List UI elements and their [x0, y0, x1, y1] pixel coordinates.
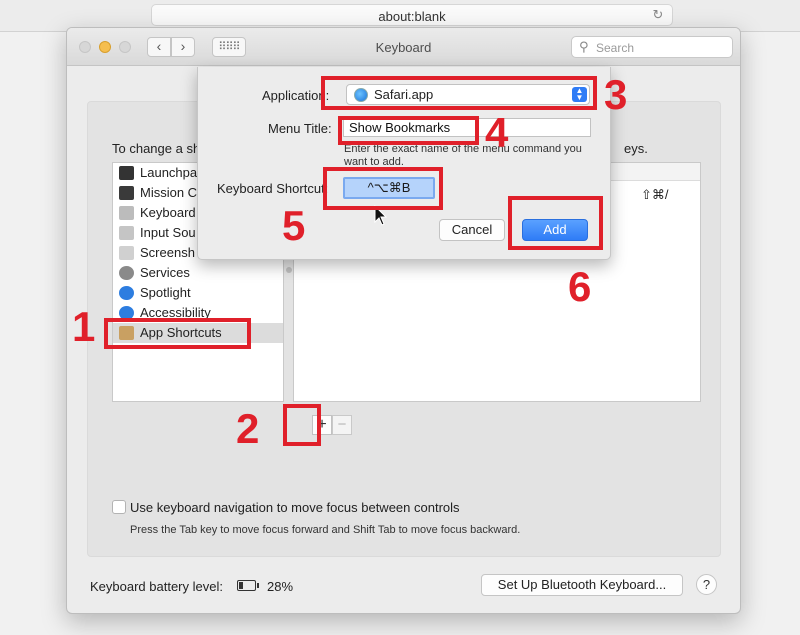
remove-shortcut-button[interactable]: −	[332, 415, 352, 435]
reload-icon[interactable]: ↻	[650, 7, 666, 23]
shortcut-keys: ⇧⌘/	[641, 187, 669, 202]
instruction-text: To change a sh	[112, 141, 201, 156]
category-label: Services	[140, 265, 190, 280]
screenshot-icon	[119, 246, 134, 260]
help-button[interactable]: ?	[696, 574, 717, 595]
battery-level-label: Keyboard battery level:	[90, 579, 223, 594]
annotation-step-5: 5	[282, 202, 306, 249]
launchpad-icon	[119, 166, 134, 180]
category-label: Keyboard	[140, 205, 196, 220]
annotation-box-application	[321, 76, 597, 110]
search-input[interactable]: ⚲ Search	[571, 36, 733, 58]
application-label: Application:	[262, 88, 330, 103]
battery-tip	[257, 583, 259, 588]
annotation-step-6: 6	[568, 263, 592, 310]
category-item-spotlight[interactable]: Spotlight	[113, 283, 283, 303]
battery-fill	[239, 582, 243, 589]
annotation-box-app-shortcuts	[104, 318, 251, 349]
category-label: Screensh	[140, 245, 195, 260]
setup-bluetooth-keyboard-button[interactable]: Set Up Bluetooth Keyboard...	[481, 574, 683, 596]
annotation-step-4: 4	[485, 109, 509, 156]
annotation-box-add	[283, 404, 321, 446]
spotlight-icon	[119, 286, 134, 300]
search-placeholder: Search	[596, 41, 635, 55]
annotation-step-2: 2	[236, 405, 260, 452]
battery-icon	[237, 580, 256, 591]
category-label: Mission C	[140, 185, 198, 200]
category-item-services[interactable]: Services	[113, 263, 283, 283]
cancel-button[interactable]: Cancel	[439, 219, 505, 241]
annotation-box-menu-title	[338, 116, 479, 145]
keyboard-shortcut-label: Keyboard Shortcut:	[217, 181, 329, 196]
category-label: Launchpa	[140, 165, 198, 180]
annotation-box-add-confirm	[508, 196, 603, 250]
keyboard-icon	[119, 206, 134, 220]
category-label: Input Sou	[140, 225, 196, 240]
instruction-text-end: eys.	[624, 141, 648, 156]
mission-control-icon	[119, 186, 134, 200]
menu-title-label: Menu Title:	[268, 121, 332, 136]
address-text: about:blank	[378, 9, 446, 24]
menu-title-help: Enter the exact name of the menu command…	[344, 143, 582, 168]
keyboard-navigation-help: Press the Tab key to move focus forward …	[130, 524, 521, 536]
titlebar: ‹ › ⠿⠿⠿ Keyboard ⚲ Search	[67, 28, 740, 66]
address-bar[interactable]: about:blank ↻	[151, 4, 673, 26]
annotation-step-3: 3	[604, 71, 628, 118]
keyboard-navigation-label[interactable]: Use keyboard navigation to move focus be…	[130, 500, 460, 515]
input-sources-icon	[119, 226, 134, 240]
gear-icon	[119, 266, 134, 280]
annotation-box-shortcut	[323, 167, 443, 210]
category-label: Spotlight	[140, 285, 191, 300]
keyboard-navigation-checkbox[interactable]	[112, 500, 126, 514]
battery-percent: 28%	[267, 579, 294, 594]
search-icon: ⚲	[579, 39, 589, 54]
annotation-step-1: 1	[72, 303, 96, 350]
split-resize-handle[interactable]	[286, 267, 292, 273]
